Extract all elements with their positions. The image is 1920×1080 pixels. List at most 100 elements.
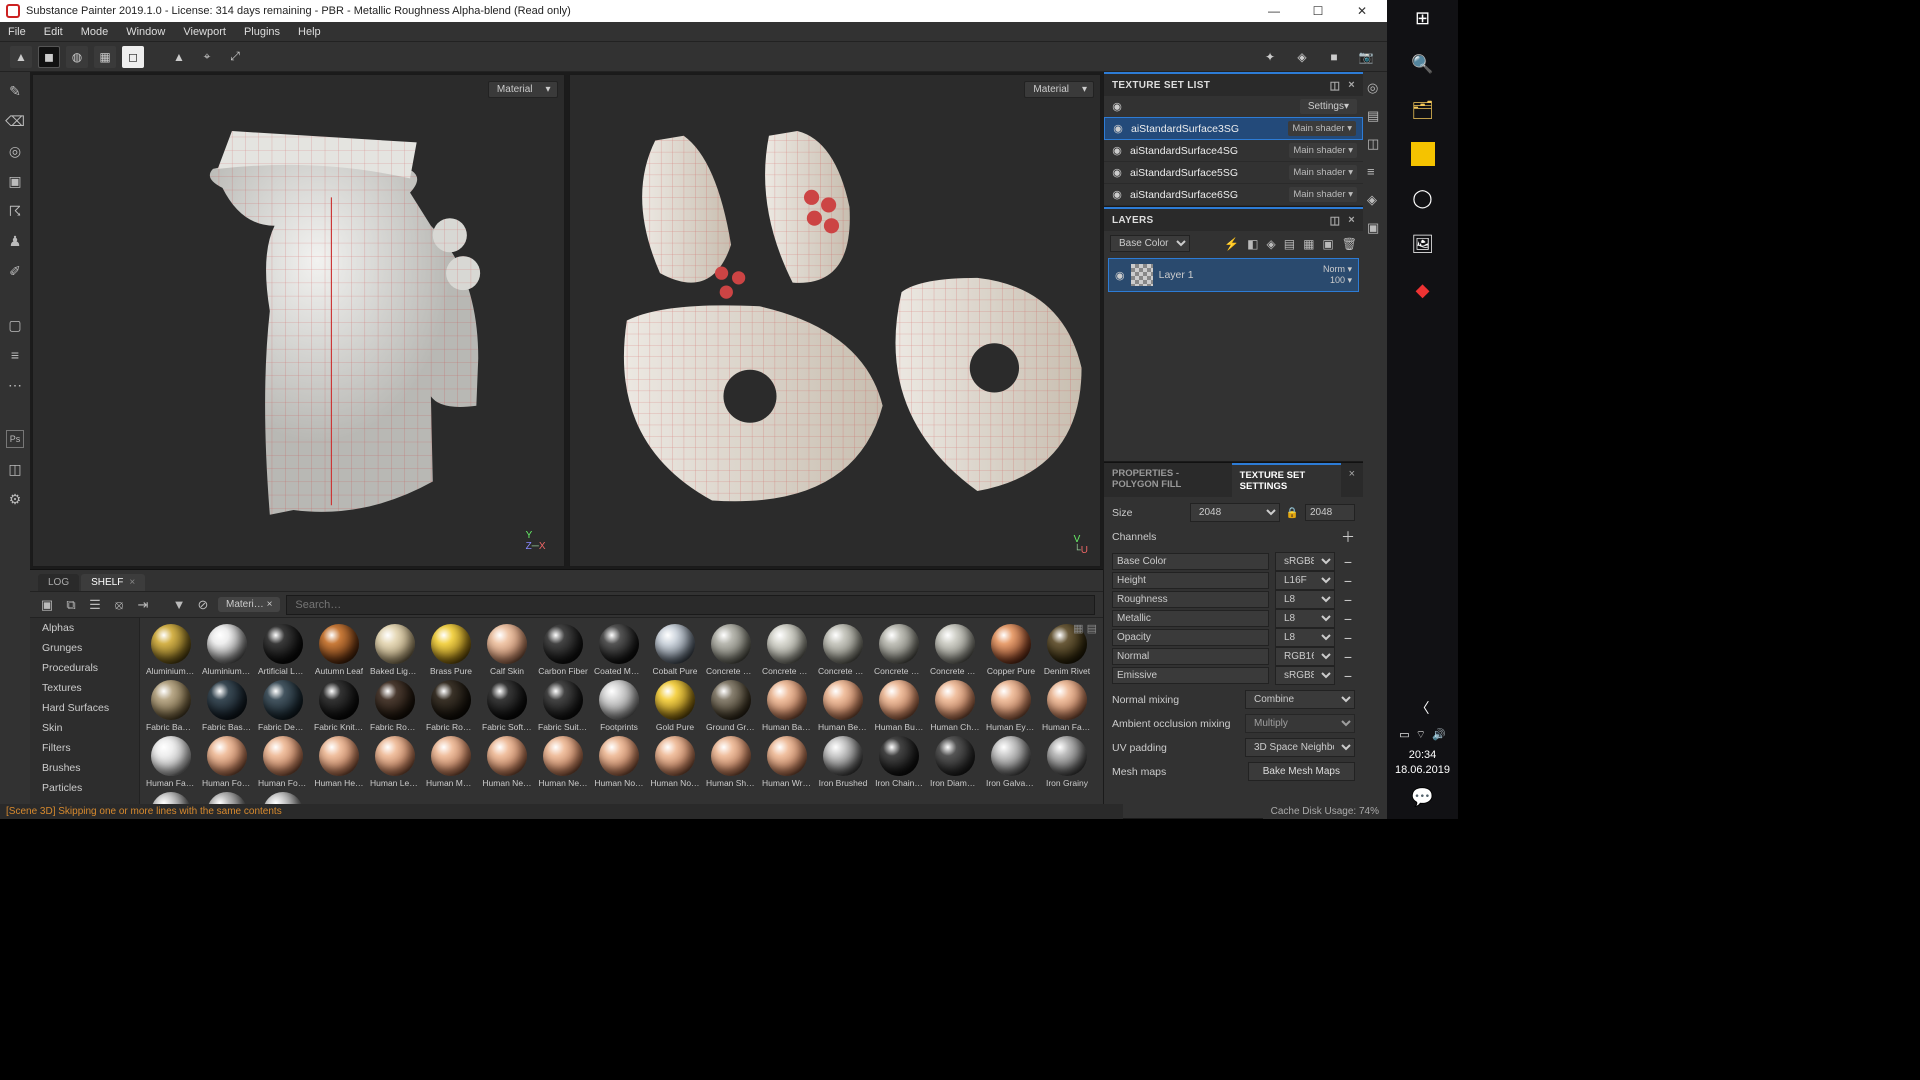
expand-icon[interactable]: ⤢ xyxy=(224,46,246,68)
material-item[interactable]: Human No… xyxy=(650,736,700,788)
shelf-category[interactable]: Skin xyxy=(30,718,139,738)
material-item[interactable]: Autumn Leaf xyxy=(314,624,364,676)
brush-tool-icon[interactable]: ✎ xyxy=(6,82,24,100)
material-item[interactable]: Fabric Knitt… xyxy=(314,680,364,732)
dock-texset-icon[interactable]: ▣ xyxy=(1367,220,1383,236)
visibility-icon[interactable]: ◉ xyxy=(1110,166,1124,179)
battery-icon[interactable]: ▭ xyxy=(1399,728,1409,742)
material-item[interactable]: Brass Pure xyxy=(426,624,476,676)
texture-set-row[interactable]: ◉aiStandardSurface5SGMain shader ▾ xyxy=(1104,162,1363,184)
iray-icon[interactable]: ◫ xyxy=(6,460,24,478)
substance-icon[interactable]: ◆ xyxy=(1409,276,1437,304)
material-item[interactable]: Concrete Si… xyxy=(874,624,924,676)
import-icon[interactable]: ⇥ xyxy=(134,596,152,614)
material-item[interactable]: Copper Pure xyxy=(986,624,1036,676)
channel-format-select[interactable]: sRGB8 xyxy=(1275,666,1335,685)
material-item[interactable]: Human Ch… xyxy=(930,680,980,732)
bake-mesh-maps-button[interactable]: Bake Mesh Maps xyxy=(1248,762,1355,781)
lock-icon[interactable]: 🔒 xyxy=(1286,506,1299,519)
material-item[interactable]: Fabric Suit … xyxy=(538,680,588,732)
menu-file[interactable]: File xyxy=(8,26,26,38)
rendermode-solid-icon[interactable]: ▲ xyxy=(10,46,32,68)
material-item[interactable]: Human He… xyxy=(314,736,364,788)
shelf-category[interactable]: Textures xyxy=(30,678,139,698)
visibility-icon[interactable]: ◉ xyxy=(1110,144,1124,157)
material-item[interactable]: Concrete Cl… xyxy=(762,624,812,676)
viewport-material-dropdown[interactable]: Material xyxy=(488,81,558,98)
video-icon[interactable]: ■ xyxy=(1323,46,1345,68)
channel-format-select[interactable]: RGB16F xyxy=(1275,647,1335,666)
material-item[interactable]: Artificial Lea… xyxy=(258,624,308,676)
mask-icon[interactable]: ◧ xyxy=(1247,237,1258,251)
material-item[interactable]: Fabric Bam… xyxy=(146,680,196,732)
stickynotes-icon[interactable] xyxy=(1411,142,1435,166)
menu-help[interactable]: Help xyxy=(298,26,321,38)
wifi-icon[interactable]: ⌔ xyxy=(1416,728,1426,742)
material-item[interactable]: Ground Gra… xyxy=(706,680,756,732)
material-item[interactable]: Human Bu… xyxy=(874,680,924,732)
menu-edit[interactable]: Edit xyxy=(44,26,63,38)
projection-tool-icon[interactable]: ◎ xyxy=(6,142,24,160)
material-item[interactable]: Iron Chain… xyxy=(874,736,924,788)
volume-icon[interactable]: 🔊 xyxy=(1432,728,1446,742)
tray-expand-icon[interactable]: 〈 xyxy=(1409,694,1437,722)
material-item[interactable]: Aluminium … xyxy=(146,624,196,676)
close-panel-icon[interactable]: × xyxy=(1341,463,1363,497)
material-item[interactable]: Calf Skin xyxy=(482,624,532,676)
menu-plugins[interactable]: Plugins xyxy=(244,26,280,38)
copy-icon[interactable]: ⧉ xyxy=(62,596,80,614)
dock-shelf-icon[interactable]: ◎ xyxy=(1367,80,1383,96)
explorer-icon[interactable]: 🗂 xyxy=(1409,96,1437,124)
maximize-button[interactable]: ☐ xyxy=(1299,0,1337,22)
material-item[interactable]: Human Ne… xyxy=(538,736,588,788)
remove-channel-icon[interactable]: − xyxy=(1341,649,1355,665)
dock-layers-icon[interactable]: ▤ xyxy=(1367,108,1383,124)
material-item[interactable]: Fabric Base… xyxy=(202,680,252,732)
perspective-icon[interactable]: ⌖ xyxy=(196,46,218,68)
material-item[interactable]: Aluminium … xyxy=(202,624,252,676)
remove-channel-icon[interactable]: − xyxy=(1341,573,1355,589)
visibility-icon[interactable]: ◉ xyxy=(1110,188,1124,201)
material-item[interactable]: Concrete S… xyxy=(930,624,980,676)
material-item[interactable]: Human For… xyxy=(258,736,308,788)
windows-search-icon[interactable]: 🔍 xyxy=(1409,50,1437,78)
material-item[interactable]: Human Fac… xyxy=(1042,680,1092,732)
shelf-category[interactable]: Grunges xyxy=(30,638,139,658)
material-item[interactable]: Fabric Deni… xyxy=(258,680,308,732)
tab-log[interactable]: LOG xyxy=(38,574,79,591)
add-channel-icon[interactable]: ＋ xyxy=(1341,527,1355,547)
menu-viewport[interactable]: Viewport xyxy=(183,26,226,38)
material-item[interactable]: Human Leg… xyxy=(370,736,420,788)
material-item[interactable]: Human Shi… xyxy=(706,736,756,788)
material-item[interactable]: Human Fac… xyxy=(146,736,196,788)
fill-layer-icon[interactable]: ▤ xyxy=(1284,237,1295,251)
material-item[interactable]: Gold Pure xyxy=(650,680,700,732)
material-item[interactable]: Human For… xyxy=(202,736,252,788)
shelf-category[interactable]: Hard Surfaces xyxy=(30,698,139,718)
polyfill-tool-icon[interactable]: ▣ xyxy=(6,172,24,190)
material-item[interactable]: Carbon Fiber xyxy=(538,624,588,676)
tab-texture-set-settings[interactable]: TEXTURE SET SETTINGS xyxy=(1232,463,1341,497)
material-item[interactable]: Human Bac… xyxy=(762,680,812,732)
visibility-icon[interactable]: ◉ xyxy=(1115,269,1125,282)
channel-format-select[interactable]: L8 xyxy=(1275,609,1335,628)
rendermode-flat-icon[interactable]: ◻ xyxy=(122,46,144,68)
camera-cube-icon[interactable]: ◈ xyxy=(1291,46,1313,68)
close-panel-icon[interactable]: × xyxy=(1348,79,1355,92)
shelf-category[interactable]: Alphas xyxy=(30,618,139,638)
shelf-category[interactable]: Brushes xyxy=(30,758,139,778)
channel-select[interactable]: Base Color xyxy=(1110,235,1190,252)
material-item[interactable]: Human Wri… xyxy=(762,736,812,788)
texset-settings-button[interactable]: Settings ▾ xyxy=(1300,99,1357,114)
shader-select[interactable]: Main shader ▾ xyxy=(1289,187,1357,202)
material-item[interactable]: Iron Brushed xyxy=(818,736,868,788)
size-select[interactable]: 2048 xyxy=(1190,503,1280,522)
remove-channel-icon[interactable]: − xyxy=(1341,668,1355,684)
material-item[interactable]: Fabric Rou… xyxy=(426,680,476,732)
clear-filter-icon[interactable]: ⊘ xyxy=(194,596,212,614)
material-item[interactable]: Footprints xyxy=(594,680,644,732)
dock-display-icon[interactable]: ◈ xyxy=(1367,192,1383,208)
filter-chip[interactable]: Materi… × xyxy=(218,597,280,612)
material-item[interactable]: Cobalt Pure xyxy=(650,624,700,676)
grid-view-icon[interactable]: ▦ ▤ xyxy=(1073,622,1097,635)
